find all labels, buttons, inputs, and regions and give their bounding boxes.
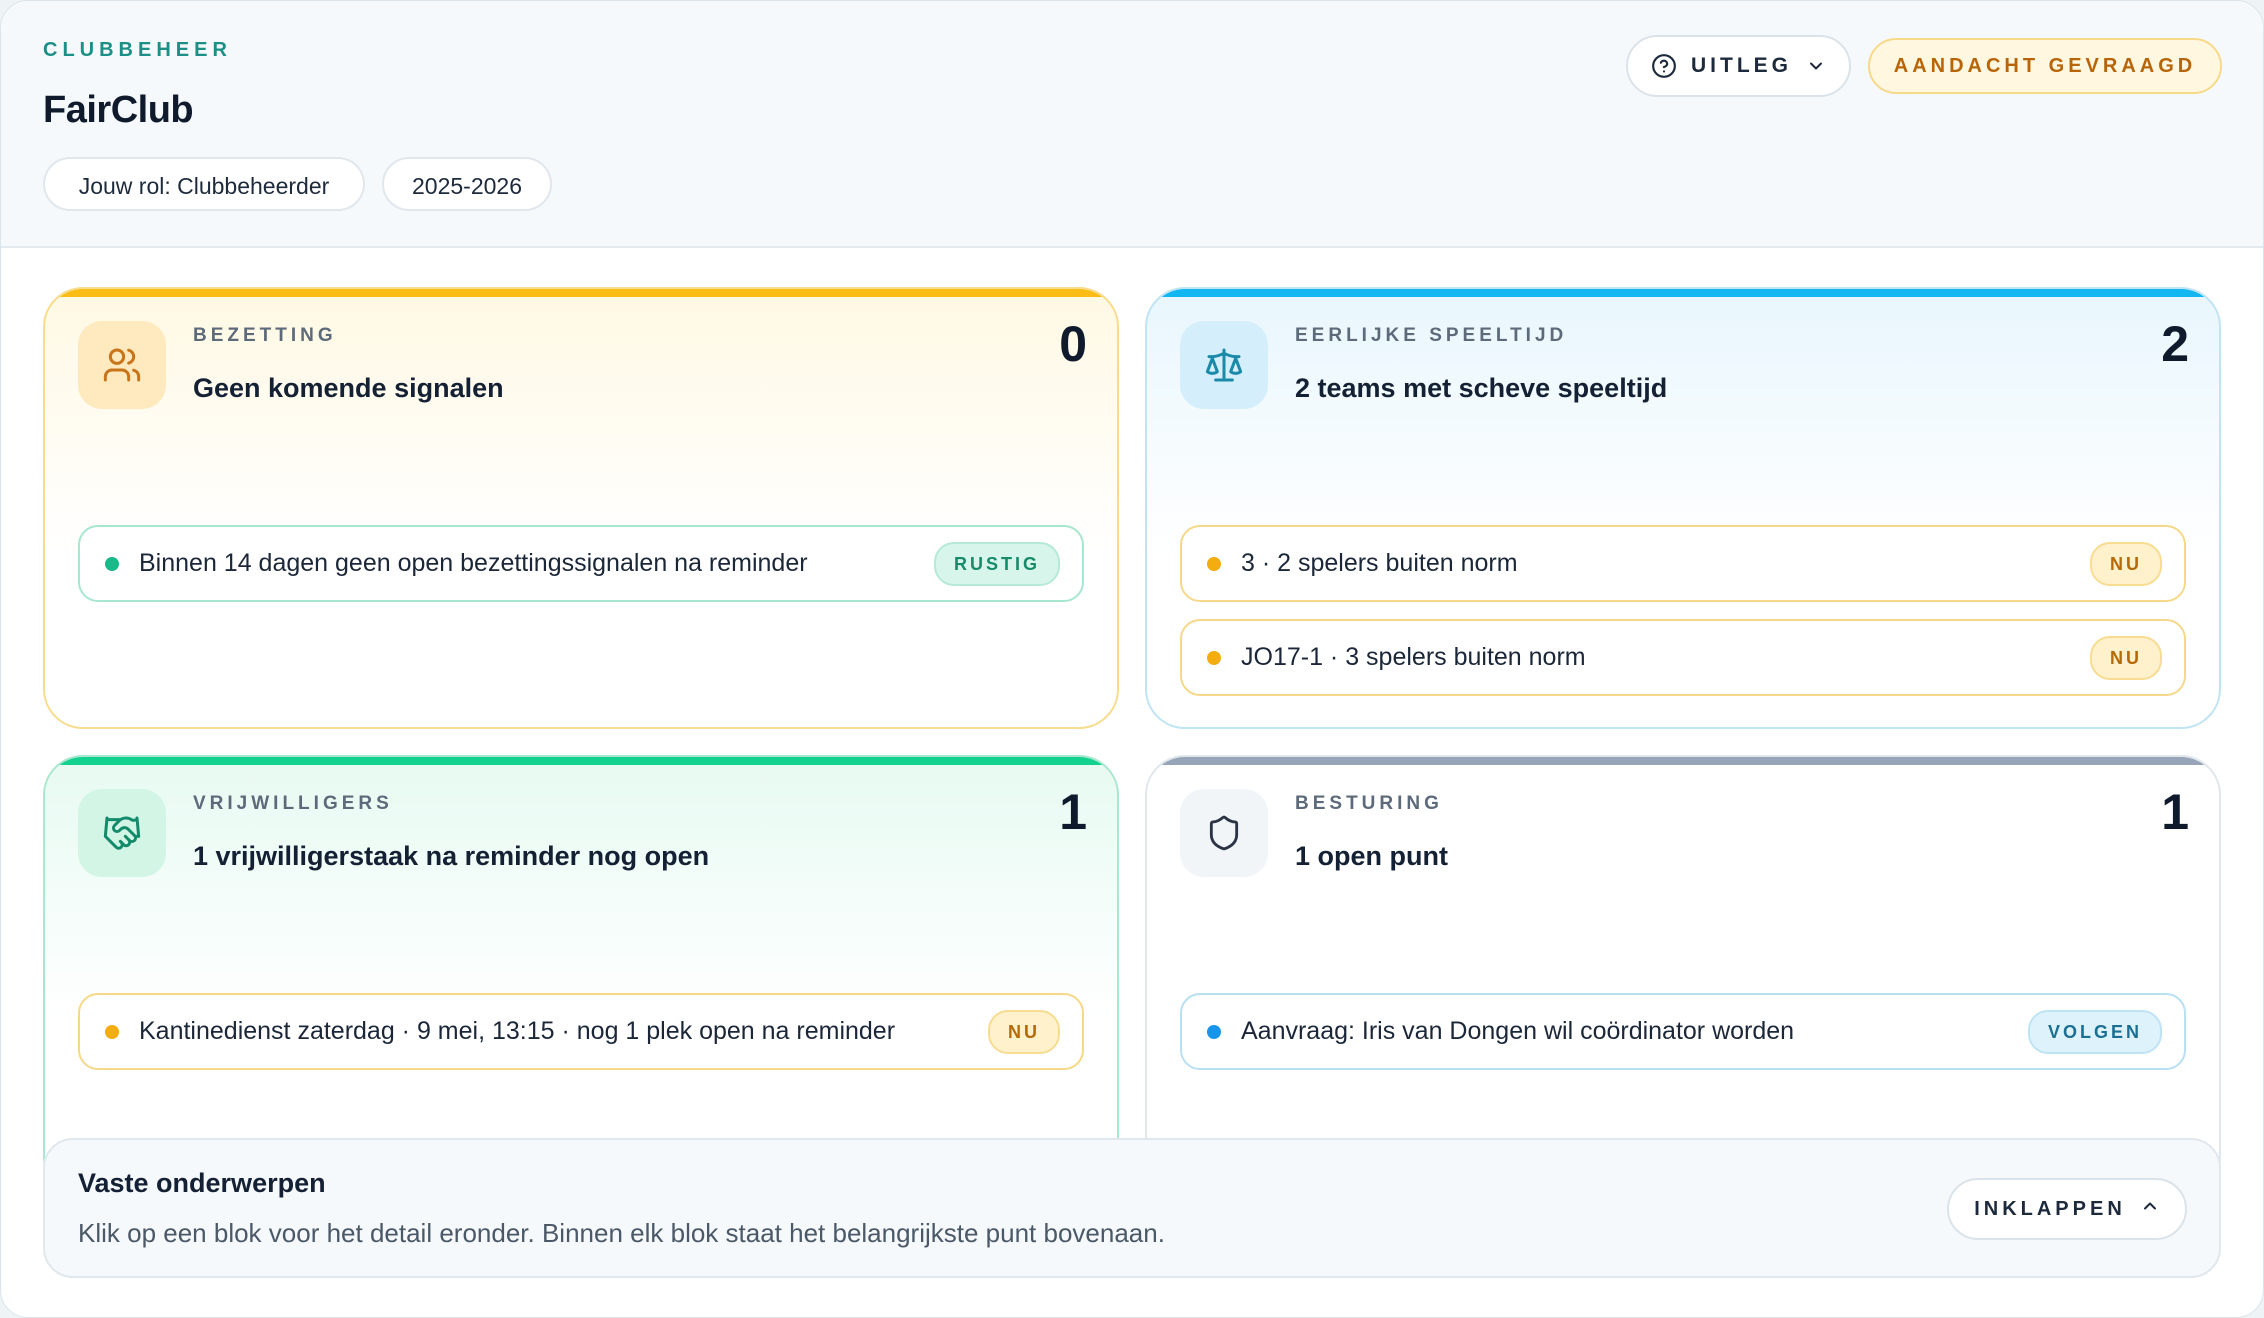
collapse-button[interactable]: INKLAPPEN	[1947, 1178, 2187, 1240]
status-badge: NU	[988, 1009, 1060, 1054]
list-item-text: 3 · 2 spelers buiten norm	[1241, 549, 1518, 577]
card-title: 2 teams met scheve speeltijd	[1295, 373, 1668, 403]
status-dot	[1207, 556, 1221, 571]
chevron-up-icon	[2140, 1196, 2160, 1222]
card-title: Geen komende signalen	[193, 373, 504, 403]
card-title: 1 open punt	[1295, 841, 1448, 871]
card-category: BESTURING	[1295, 793, 1443, 814]
list-item-text: JO17-1 · 3 spelers buiten norm	[1241, 643, 1586, 671]
list-item[interactable]: Aanvraag: Iris van Dongen wil coördinato…	[1180, 993, 2186, 1070]
card-accent-bar	[45, 289, 1117, 297]
card-count: 1	[1059, 784, 1087, 840]
help-button[interactable]: UITLEG	[1626, 35, 1851, 97]
card-accent-bar	[1147, 289, 2219, 297]
status-dot	[105, 556, 119, 571]
card-title: 1 vrijwilligerstaak na reminder nog open	[193, 841, 710, 871]
section-eyebrow: CLUBBEHEER	[43, 39, 232, 61]
topics-title: Vaste onderwerpen	[78, 1168, 326, 1198]
role-pill: Jouw rol: Clubbeheerder	[43, 157, 365, 211]
list-item[interactable]: Kantinedienst zaterdag · 9 mei, 13:15 · …	[78, 993, 1084, 1070]
card-category: VRIJWILLIGERS	[193, 793, 393, 814]
list-item[interactable]: Binnen 14 dagen geen open bezettingssign…	[78, 525, 1084, 602]
card-count: 1	[2161, 784, 2189, 840]
handshake-icon	[78, 789, 166, 877]
attention-badge: AANDACHT GEVRAAGD	[1868, 38, 2222, 94]
status-badge: NU	[2090, 635, 2162, 680]
card-bezetting[interactable]: BEZETTING Geen komende signalen 0 Binnen…	[43, 287, 1119, 729]
list-item-text: Kantinedienst zaterdag · 9 mei, 13:15 · …	[139, 1017, 896, 1045]
card-eerlijke-speeltijd[interactable]: EERLIJKE SPEELTIJD 2 teams met scheve sp…	[1145, 287, 2221, 729]
collapse-button-label: INKLAPPEN	[1974, 1197, 2126, 1220]
season-pill: 2025-2026	[382, 157, 552, 211]
page-header: CLUBBEHEER FairClub Jouw rol: Clubbeheer…	[1, 1, 2263, 248]
topics-description: Klik op een blok voor het detail eronder…	[78, 1218, 1165, 1248]
status-badge: RUSTIG	[933, 541, 1060, 586]
status-badge: VOLGEN	[2027, 1009, 2162, 1054]
status-badge: NU	[2090, 541, 2162, 586]
help-circle-icon	[1651, 53, 1677, 79]
card-vrijwilligers[interactable]: VRIJWILLIGERS 1 vrijwilligerstaak na rem…	[43, 755, 1119, 1197]
list-item[interactable]: JO17-1 · 3 spelers buiten norm NU	[1180, 619, 2186, 696]
status-dot	[105, 1024, 119, 1039]
status-dot	[1207, 1024, 1221, 1039]
help-button-label: UITLEG	[1691, 54, 1792, 77]
list-item[interactable]: 3 · 2 spelers buiten norm NU	[1180, 525, 2186, 602]
chevron-down-icon	[1806, 56, 1826, 76]
card-count: 2	[2161, 316, 2189, 372]
card-accent-bar	[45, 757, 1117, 765]
scale-icon	[1180, 321, 1268, 409]
card-accent-bar	[1147, 757, 2219, 765]
list-item-text: Aanvraag: Iris van Dongen wil coördinato…	[1241, 1017, 1795, 1045]
page-title: FairClub	[43, 89, 194, 131]
shield-icon	[1180, 789, 1268, 877]
card-count: 0	[1059, 316, 1087, 372]
card-besturing[interactable]: BESTURING 1 open punt 1 Aanvraag: Iris v…	[1145, 755, 2221, 1197]
list-item-text: Binnen 14 dagen geen open bezettingssign…	[139, 549, 808, 577]
dashboard-panel: CLUBBEHEER FairClub Jouw rol: Clubbeheer…	[0, 0, 2264, 1318]
card-category: EERLIJKE SPEELTIJD	[1295, 325, 1568, 346]
status-dot	[1207, 650, 1221, 665]
topics-panel: Vaste onderwerpen Klik op een blok voor …	[43, 1138, 2221, 1278]
users-icon	[78, 321, 166, 409]
card-category: BEZETTING	[193, 325, 337, 346]
